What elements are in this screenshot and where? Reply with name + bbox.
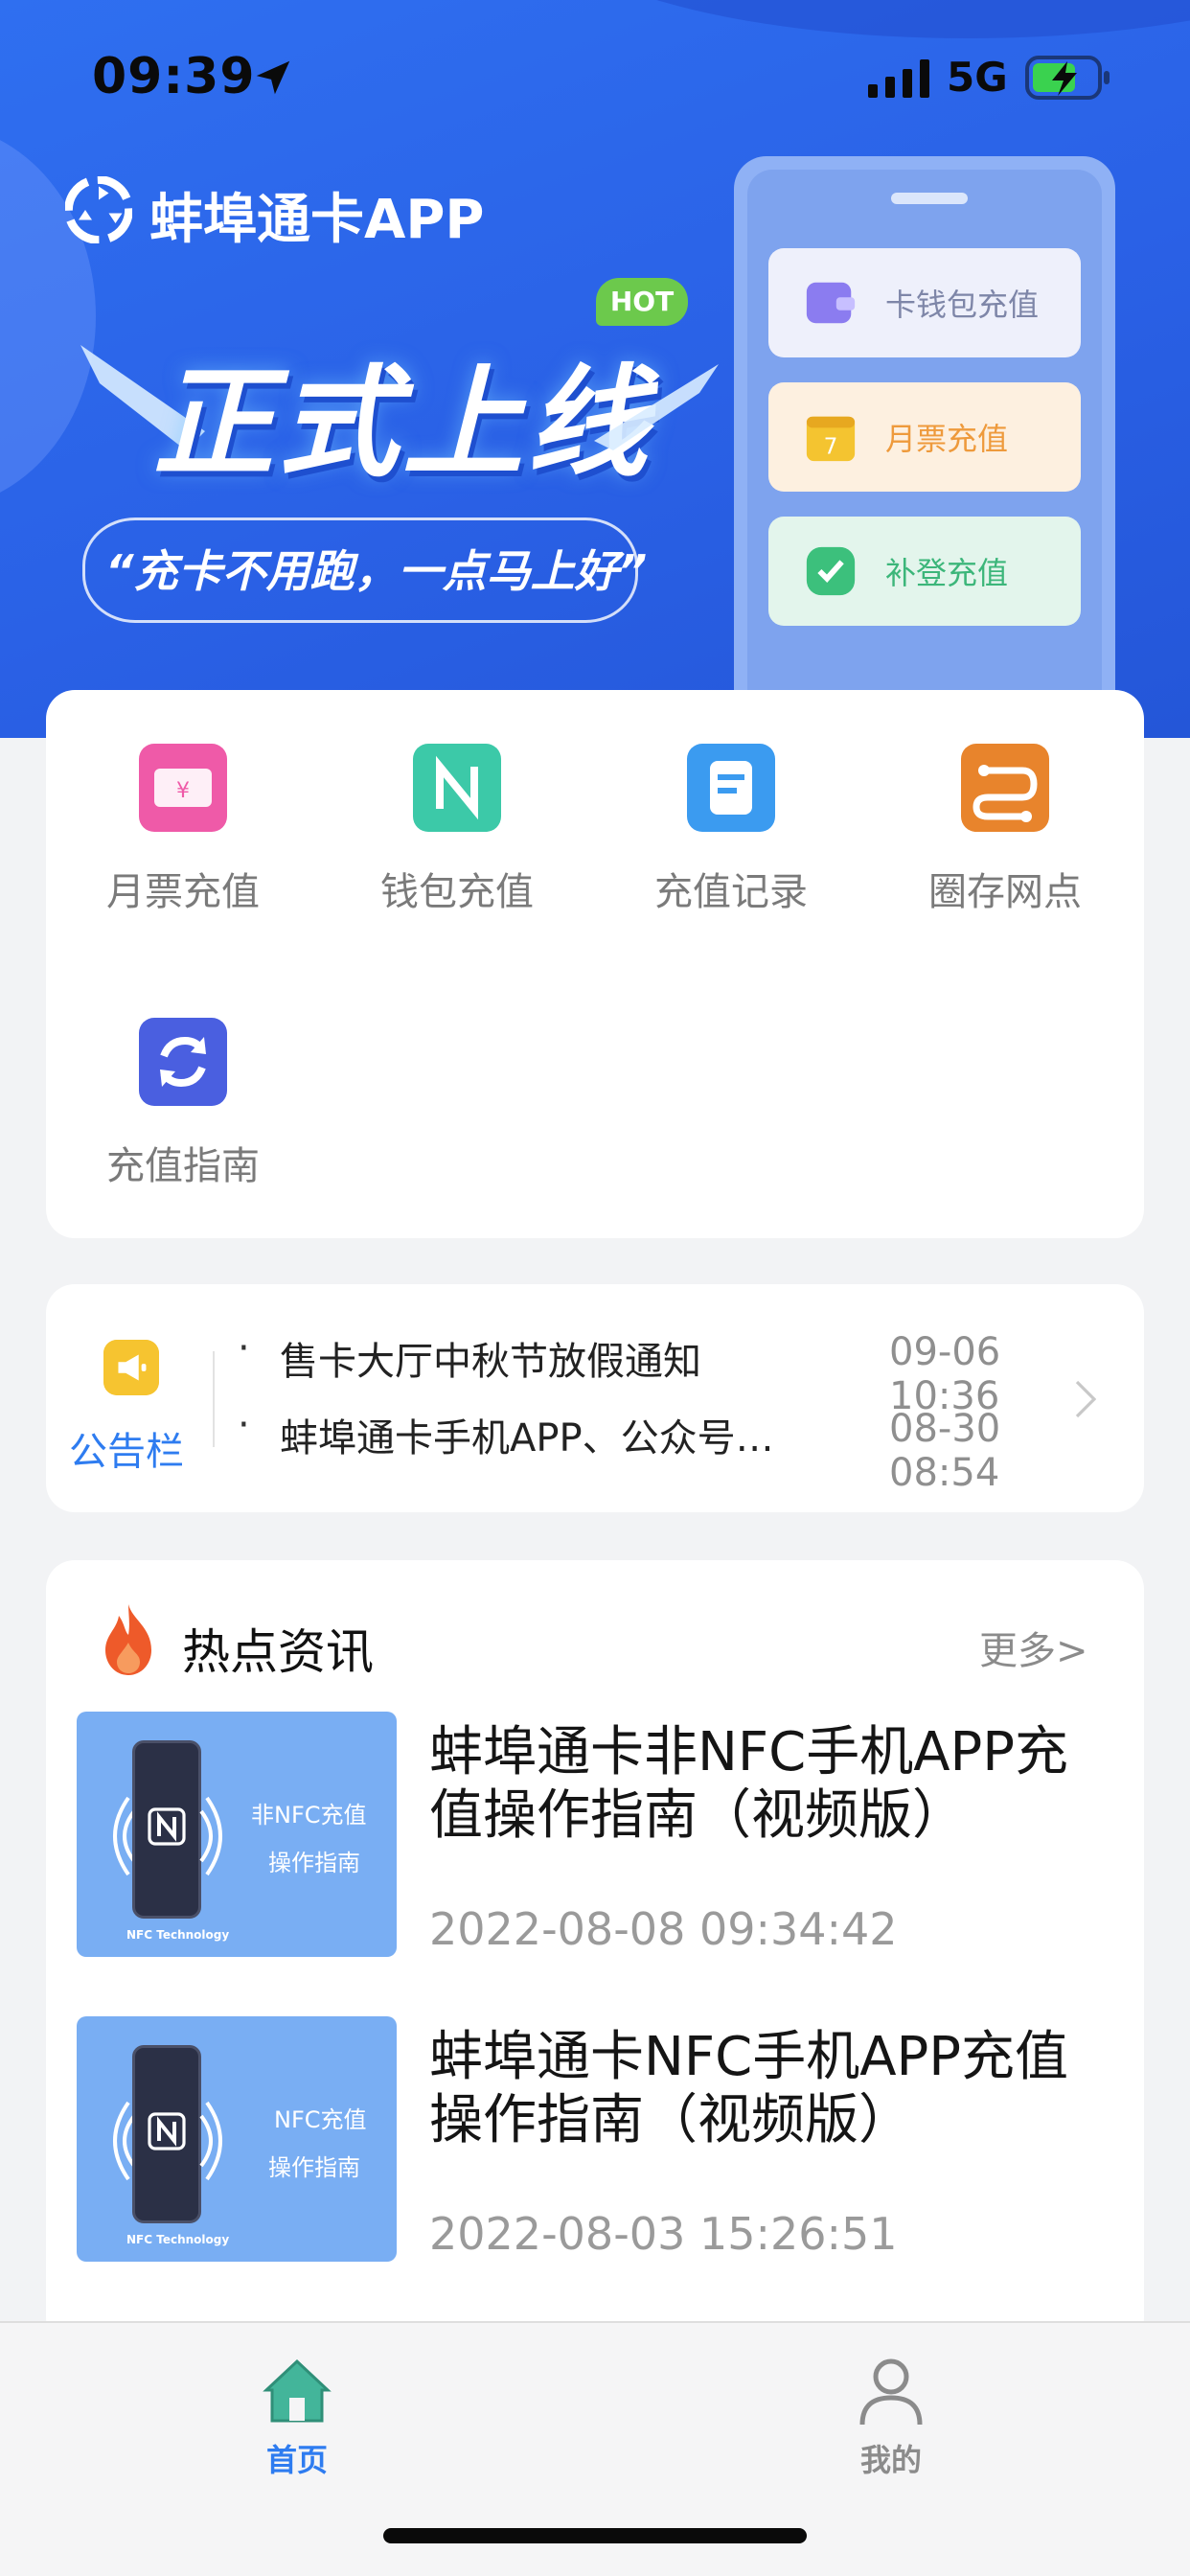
refresh-icon [139, 1018, 227, 1106]
ticket-icon: ¥ [139, 744, 227, 832]
signal-waves-icon [199, 2101, 222, 2181]
menu-item-label: 钱包充值 [380, 870, 534, 914]
home-icon [263, 2358, 332, 2423]
bullet: · [238, 1326, 250, 1370]
news-item[interactable]: 非NFC充值 操作指南 NFC Technology 蚌埠通卡非NFC手机APP… [77, 1712, 1121, 1957]
check-icon [806, 546, 856, 596]
menu-item-label: 圈存网点 [928, 870, 1082, 914]
notice-item[interactable]: · 售卡大厅中秋节放假通知 09-06 10:36 [238, 1326, 1119, 1418]
tab-label: 我的 [859, 2442, 922, 2478]
signal-waves-icon [113, 2101, 136, 2181]
menu-item-recharge-guide[interactable]: 充值指南 [46, 964, 320, 1223]
news-date: 2022-08-03 15:26:51 [429, 2208, 898, 2260]
section-title: 热点资讯 [182, 1624, 374, 1680]
fire-icon [105, 1604, 151, 1675]
menu-item-label: 充值指南 [106, 1144, 260, 1188]
news-headline: 蚌埠通卡NFC手机APP充值操作指南（视频版） [429, 2026, 1069, 2151]
route-icon [961, 744, 1049, 832]
phone-card-label: 补登充值 [885, 555, 1009, 591]
phone-speaker [891, 193, 968, 204]
menu-item-recharge-record[interactable]: 充值记录 [594, 690, 868, 949]
phone-card-wallet: 卡钱包充值 [768, 248, 1081, 357]
phone-card-monthly: 7 月票充值 [768, 382, 1081, 492]
notice-title: 售卡大厅中秋节放假通知 [280, 1340, 701, 1384]
news-headline: 蚌埠通卡非NFC手机APP充值操作指南（视频版） [429, 1721, 1069, 1847]
menu-item-monthly-ticket[interactable]: ¥ 月票充值 [46, 690, 320, 949]
tab-label: 首页 [265, 2442, 328, 2478]
hot-news-section: 热点资讯 更多> 非NFC充值 操作指南 NFC Technology 蚌埠通卡… [46, 1560, 1144, 2346]
home-indicator[interactable] [383, 2528, 807, 2543]
notice-board[interactable]: 公告栏 · 售卡大厅中秋节放假通知 09-06 10:36 · 蚌埠通卡手机AP… [46, 1284, 1144, 1512]
notice-title: 蚌埠通卡手机APP、公众号… [280, 1416, 774, 1460]
wallet-icon [806, 282, 856, 324]
app-logo-icon [65, 176, 132, 243]
hot-badge: HOT [596, 278, 688, 326]
location-arrow-icon [256, 60, 290, 95]
menu-item-wallet-recharge[interactable]: 钱包充值 [320, 690, 594, 949]
phone-card-label: 卡钱包充值 [885, 287, 1040, 323]
svg-text:7: 7 [824, 433, 838, 459]
status-time: 09:39 [92, 48, 256, 105]
thumb-caption: 操作指南 [268, 1850, 360, 1876]
notice-item[interactable]: · 蚌埠通卡手机APP、公众号… 08-30 08:54 [238, 1403, 1119, 1495]
phone-screen: 卡钱包充值 7 月票充值 补登充值 [747, 170, 1102, 738]
thumb-caption: 操作指南 [268, 2154, 360, 2181]
news-thumbnail: NFC充值 操作指南 NFC Technology [77, 2016, 397, 2262]
chevron-right-icon[interactable] [1075, 1380, 1096, 1418]
nfc-icon [148, 1807, 186, 1846]
network-label: 5G [947, 54, 1008, 101]
news-item[interactable]: NFC充值 操作指南 NFC Technology 蚌埠通卡NFC手机APP充值… [77, 2016, 1121, 2262]
news-date: 2022-08-08 09:34:42 [429, 1903, 898, 1955]
function-menu: ¥ 月票充值 钱包充值 充值记录 圈存网点 充值指南 [46, 690, 1144, 1238]
nfc-icon [148, 2112, 186, 2150]
phone-card-supplement: 补登充值 [768, 517, 1081, 626]
status-bar: 09:39 5G [0, 0, 1190, 153]
news-thumbnail: 非NFC充值 操作指南 NFC Technology [77, 1712, 397, 1957]
thumb-caption-small: NFC Technology [126, 1928, 230, 1942]
nfc-icon [413, 744, 501, 832]
wing-decoration-icon [594, 364, 719, 450]
more-link[interactable]: 更多> [979, 1620, 1088, 1675]
divider [213, 1351, 215, 1447]
app-title: 蚌埠通卡APP [149, 189, 485, 251]
thumb-caption-small: NFC Technology [126, 2233, 230, 2246]
thumb-caption: NFC充值 [274, 2106, 367, 2133]
phone-illustration: 卡钱包充值 7 月票充值 补登充值 [734, 156, 1115, 738]
hero-banner[interactable]: 09:39 5G 蚌埠通卡APP HOT 正式上线 “充卡不用跑，一点马上好” … [0, 0, 1190, 738]
notice-time: 08-30 08:54 [889, 1407, 1001, 1495]
user-icon [859, 2358, 923, 2426]
menu-item-service-points[interactable]: 圈存网点 [868, 690, 1142, 949]
menu-item-label: 月票充值 [106, 870, 260, 914]
tab-mine[interactable]: 我的 [795, 2352, 987, 2505]
signal-waves-icon [199, 1796, 222, 1876]
record-icon [687, 744, 775, 832]
menu-item-label: 充值记录 [654, 870, 808, 914]
thumb-caption: 非NFC充值 [251, 1802, 367, 1828]
calendar-icon: 7 [806, 416, 856, 462]
slogan-text: “充卡不用跑，一点马上好” [105, 545, 648, 597]
megaphone-icon [103, 1340, 159, 1395]
battery-charging-icon [1025, 56, 1110, 100]
phone-card-label: 月票充值 [885, 421, 1009, 457]
signal-waves-icon [113, 1796, 136, 1876]
tab-home[interactable]: 首页 [201, 2352, 393, 2505]
svg-text:¥: ¥ [176, 779, 190, 803]
launch-headline: 正式上线 [153, 353, 652, 494]
signal-icon [868, 59, 929, 98]
bullet: · [238, 1403, 250, 1447]
